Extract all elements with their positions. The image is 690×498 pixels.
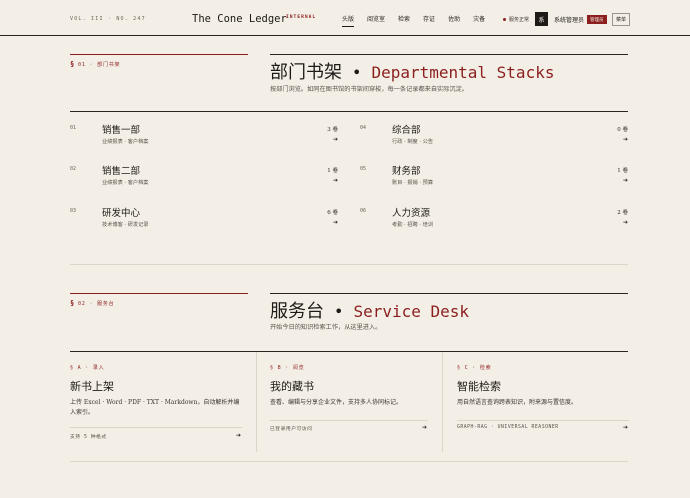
card-divider [442, 352, 443, 452]
service-card-upload[interactable]: § A · 录入 新书上架 上传 Excel · Word · PDF · TX… [70, 352, 242, 452]
service-card-smart-search[interactable]: § C · 检索 智能检索 用自然语言查询跨表知识，附来源与置信度。 GRAPH… [457, 352, 629, 452]
dept-item-sales-1[interactable]: 01 销售一部 业绩报表 · 客户档案 3 卷 ➔ [70, 121, 338, 161]
section-desc-departments: 按部门浏览。如同在图书馆的书架间穿梭，每一条记录都来自实际沉淀。 [270, 86, 468, 93]
service-status: 服务正常 [503, 16, 529, 23]
card-label: § B · 阅览 [270, 365, 305, 371]
card-title: 智能检索 [457, 380, 501, 393]
nav-item-assist[interactable]: 佐助 [448, 14, 460, 27]
dept-number: 02 [70, 166, 77, 172]
avatar[interactable]: 系 [535, 12, 548, 26]
title-separator: • [334, 302, 344, 321]
section-label-departments: § 01 · 部门书架 [70, 60, 121, 68]
nav-item-evidence[interactable]: 存证 [423, 14, 435, 27]
dept-item-finance[interactable]: 05 财务部 账目 · 报销 · 预算 1 卷 ➔ [360, 162, 628, 202]
dept-number: 04 [360, 125, 367, 131]
main-nav: 头版 阅览室 检索 存证 佐助 灾备 [342, 14, 498, 27]
card-desc: 上传 Excel · Word · PDF · TXT · Markdown，自… [70, 399, 240, 416]
section-rule-right [270, 293, 628, 294]
card-foot: 已登录用户可访问 [270, 427, 313, 432]
status-dot-icon [503, 18, 506, 21]
section-title-service: 服务台 • Service Desk [270, 297, 469, 323]
role-badge: 管理员 [587, 15, 607, 24]
dept-subtitle: 技术博客 · 研发记录 [102, 222, 149, 228]
card-divider [256, 352, 257, 452]
section-rule-left [70, 54, 248, 55]
dept-name: 综合部 [392, 125, 421, 136]
card-foot-rule [270, 420, 428, 421]
dept-count: 1 卷 [327, 168, 338, 174]
dept-number: 03 [70, 208, 77, 214]
title-zh: 服务台 [270, 301, 324, 322]
dept-count: 0 卷 [617, 127, 628, 133]
arrow-right-icon: ➔ [236, 432, 242, 439]
dept-count: 6 卷 [327, 210, 338, 216]
brand-tag: INTERNAL [286, 15, 317, 20]
service-bottom-rule [70, 461, 628, 462]
top-header: VOL. III · NO. 247 The Cone Ledger INTER… [0, 0, 690, 36]
arrow-right-icon: ➔ [622, 219, 628, 226]
arrow-right-icon: ➔ [332, 177, 338, 184]
dept-subtitle: 账目 · 报销 · 预算 [392, 180, 434, 186]
dept-name: 人力资源 [392, 208, 431, 219]
section-desc-service: 开始今日的知识检索工作，从这里进入。 [270, 324, 382, 331]
arrow-right-icon: ➔ [623, 424, 629, 431]
dept-subtitle: 业绩报表 · 客户档案 [102, 180, 149, 186]
dept-subtitle: 行政 · 制度 · 公告 [392, 139, 434, 145]
dept-number: 01 [70, 125, 77, 131]
card-label: § A · 录入 [70, 365, 105, 371]
dept-name: 研发中心 [102, 208, 141, 219]
arrow-right-icon: ➔ [332, 136, 338, 143]
card-foot-rule [70, 427, 242, 428]
card-title: 新书上架 [70, 380, 114, 393]
dept-subtitle: 业绩报表 · 客户档案 [102, 139, 149, 145]
status-text: 服务正常 [509, 17, 530, 23]
dept-item-general[interactable]: 04 综合部 行政 · 制度 · 公告 0 卷 ➔ [360, 121, 628, 161]
card-foot: GRAPH-RAG · UNIVERSAL REASONER [457, 425, 559, 430]
card-desc: 查看、编辑与分享企业文件，支持多人协同标记。 [270, 399, 403, 406]
card-title: 我的藏书 [270, 380, 314, 393]
dept-item-rnd[interactable]: 03 研发中心 技术博客 · 研发记录 6 卷 ➔ [70, 204, 338, 244]
nav-item-search[interactable]: 检索 [398, 14, 410, 27]
dept-item-sales-2[interactable]: 02 销售二部 业绩报表 · 客户档案 1 卷 ➔ [70, 162, 338, 202]
card-desc: 用自然语言查询跨表知识，附来源与置信度。 [457, 399, 578, 406]
section-rule-left [70, 293, 248, 294]
arrow-right-icon: ➔ [422, 424, 428, 431]
section-label-service: § 02 · 服务台 [70, 299, 115, 307]
service-card-library[interactable]: § B · 阅览 我的藏书 查看、编辑与分享企业文件，支持多人协同标记。 已登录… [270, 352, 428, 452]
arrow-right-icon: ➔ [622, 136, 628, 143]
username: 系统管理员 [554, 17, 585, 24]
card-foot-rule [457, 420, 629, 421]
dept-number: 06 [360, 208, 367, 214]
dept-number: 05 [360, 166, 367, 172]
dept-name: 销售一部 [102, 125, 141, 136]
section-rule-right [270, 54, 628, 55]
nav-item-backup[interactable]: 灾备 [473, 14, 485, 27]
menu-button[interactable]: 菜单 [612, 13, 631, 26]
card-foot: 支持 5 种格式 [70, 435, 107, 440]
dept-count: 1 卷 [617, 168, 628, 174]
nav-item-reading-room[interactable]: 阅览室 [367, 14, 385, 27]
nav-item-front-page[interactable]: 头版 [342, 14, 355, 27]
dept-name: 销售二部 [102, 166, 141, 177]
card-label: § C · 检索 [457, 365, 492, 371]
departments-bottom-rule [70, 264, 628, 265]
title-zh: 部门书架 [270, 62, 342, 83]
title-en: Departmental Stacks [371, 63, 555, 82]
title-separator: • [352, 63, 362, 82]
dept-count: 2 卷 [617, 210, 628, 216]
dept-item-hr[interactable]: 06 人力资源 考勤 · 招聘 · 培训 2 卷 ➔ [360, 204, 628, 244]
departments-top-rule [70, 111, 628, 112]
arrow-right-icon: ➔ [332, 219, 338, 226]
arrow-right-icon: ➔ [622, 177, 628, 184]
section-title-departments: 部门书架 • Departmental Stacks [270, 58, 554, 84]
dept-name: 财务部 [392, 166, 421, 177]
volume-number: VOL. III · NO. 247 [70, 16, 146, 22]
dept-count: 3 卷 [327, 127, 338, 133]
title-en: Service Desk [353, 302, 470, 321]
dept-subtitle: 考勤 · 招聘 · 培训 [392, 222, 434, 228]
brand-title[interactable]: The Cone Ledger [192, 13, 287, 25]
